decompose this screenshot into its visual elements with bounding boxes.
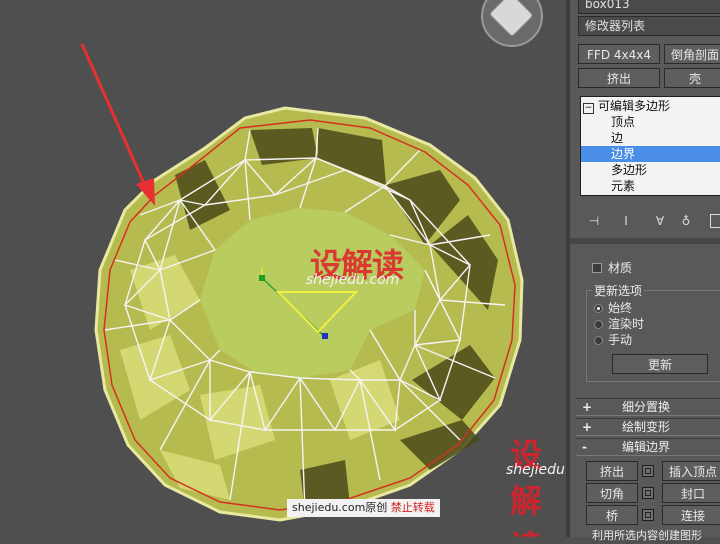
bridge-settings-icon[interactable] xyxy=(642,509,654,521)
rollout-label: 编辑边界 xyxy=(621,440,670,454)
shell-button[interactable]: 壳 xyxy=(664,68,720,88)
ffd-button[interactable]: FFD 4x4x4 xyxy=(578,44,660,64)
material-label: 材质 xyxy=(608,261,633,275)
stack-item-polygon[interactable]: 多边形 xyxy=(581,162,720,178)
modifier-list-dropdown[interactable]: 修改器列表 xyxy=(578,16,720,36)
panel-splitter[interactable] xyxy=(570,238,720,244)
rollout-label: 细分置换 xyxy=(621,400,670,414)
cap-button[interactable]: 封口 xyxy=(662,483,720,503)
stack-item-edge[interactable]: 边 xyxy=(581,130,720,146)
radio-manual-label: 手动 xyxy=(608,333,633,347)
collapse-icon[interactable]: − xyxy=(583,103,594,114)
chamfer-button[interactable]: 切角 xyxy=(586,483,638,503)
radio-manual[interactable] xyxy=(594,336,603,345)
credit-original: 原创 xyxy=(365,501,388,514)
credit-notice: 禁止转载 xyxy=(390,501,435,514)
bridge-button[interactable]: 桥 xyxy=(586,505,638,525)
rollout-subdivision-displacement[interactable]: + 细分置换 xyxy=(576,398,720,416)
credit-banner: shejiedu.com原创 禁止转载 xyxy=(287,499,440,517)
stack-item-border[interactable]: 边界 xyxy=(581,146,720,162)
stack-root[interactable]: − 可编辑多边形 xyxy=(583,98,670,114)
command-panel: box013 修改器列表 FFD 4x4x4 倒角剖面 挤出 壳 − 可编辑多边形… xyxy=(566,0,720,542)
bevel-profile-button[interactable]: 倒角剖面 xyxy=(664,44,720,64)
create-shape-label[interactable]: 利用所选内容创建图形 xyxy=(592,528,720,544)
rollout-paint-deformation[interactable]: + 绘制变形 xyxy=(576,418,720,436)
extrude-button[interactable]: 挤出 xyxy=(586,461,638,481)
watermark-logo-2: 设解读 xyxy=(510,436,542,537)
watermark-url-2: shejiedu.com xyxy=(506,462,566,478)
remove-modifier-icon[interactable]: ♁ xyxy=(678,214,694,228)
annotation-arrow xyxy=(80,43,155,206)
radio-always-label: 始终 xyxy=(608,301,633,315)
perspective-viewport[interactable]: 设解读 shejiedu.com 设解读 shejiedu.com shejie… xyxy=(0,0,566,537)
modifier-stack[interactable]: − 可编辑多边形 顶点 边 边界 多边形 元素 xyxy=(580,96,720,196)
radio-on-render[interactable] xyxy=(594,320,603,329)
make-unique-icon[interactable]: ∀ xyxy=(652,214,668,228)
watermark-url: shejiedu.com xyxy=(306,272,400,288)
stack-root-label: 可编辑多边形 xyxy=(598,99,671,113)
configure-sets-icon[interactable] xyxy=(710,214,720,228)
material-checkbox[interactable] xyxy=(592,263,602,273)
extrude-settings-icon[interactable] xyxy=(642,465,654,477)
object-name-field[interactable]: box013 xyxy=(578,0,720,14)
update-options-title: 更新选项 xyxy=(592,283,645,299)
radio-always[interactable] xyxy=(594,304,603,313)
viewport-canvas[interactable] xyxy=(0,0,566,537)
view-cube[interactable] xyxy=(481,0,543,47)
stack-item-vertex[interactable]: 顶点 xyxy=(581,114,720,130)
pin-stack-icon[interactable]: ⊣ xyxy=(586,214,602,228)
chamfer-settings-icon[interactable] xyxy=(642,487,654,499)
connect-button[interactable]: 连接 xyxy=(662,505,720,525)
radio-on-render-label: 渲染时 xyxy=(608,317,645,331)
insert-vertex-button[interactable]: 插入顶点 xyxy=(662,461,720,481)
extrude-modifier-button[interactable]: 挤出 xyxy=(578,68,660,88)
credit-site: shejiedu.com xyxy=(292,501,366,514)
rollout-edit-borders[interactable]: - 编辑边界 xyxy=(576,438,720,456)
show-end-result-icon[interactable]: Ⅰ xyxy=(618,214,634,228)
update-button[interactable]: 更新 xyxy=(612,354,708,374)
rollout-label: 绘制变形 xyxy=(621,420,670,434)
stack-item-element[interactable]: 元素 xyxy=(581,178,720,194)
